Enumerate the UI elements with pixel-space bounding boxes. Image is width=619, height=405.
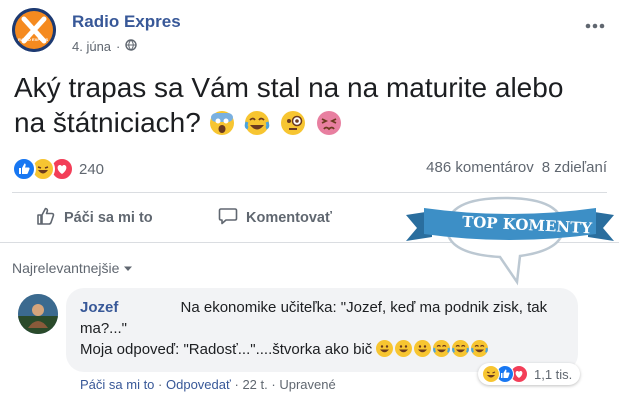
comment-text-part1: Na ekonomike učiteľka: "Jozef, keď ma po… bbox=[80, 299, 548, 337]
comment-button[interactable]: Komentovať bbox=[218, 206, 332, 230]
like-icon bbox=[12, 157, 36, 181]
post-text-line1: Aký trapas sa Vám stal na na maturite al… bbox=[14, 72, 564, 103]
grinning-emoji-icon bbox=[395, 340, 413, 357]
grinning-emoji-icon bbox=[376, 340, 394, 357]
haha-icon bbox=[482, 365, 500, 383]
comment-text: Jozef Na ekonomike učiteľka: "Jozef, keď… bbox=[80, 297, 580, 360]
caret-down-icon bbox=[123, 260, 133, 276]
comment-icon bbox=[218, 206, 238, 230]
grinning-emoji-icon bbox=[414, 340, 432, 357]
reaction-summary[interactable]: 240 bbox=[12, 157, 104, 181]
post-date[interactable]: 4. júna bbox=[72, 39, 111, 54]
separator-dot: · bbox=[116, 39, 121, 54]
comment-label: Komentovať bbox=[246, 210, 332, 226]
top-komenty-badge: TOP KOMENTY bbox=[402, 190, 618, 295]
comment-reactions[interactable]: 1,1 tis. bbox=[478, 363, 581, 385]
post-meta: 4. júna · bbox=[72, 39, 138, 54]
commenter-avatar[interactable] bbox=[18, 294, 58, 334]
sort-label: Najrelevantnejšie bbox=[12, 260, 120, 276]
monocle-emoji-icon bbox=[280, 109, 306, 135]
more-options-icon[interactable] bbox=[585, 12, 605, 35]
comment-reply-link[interactable]: Odpovedať bbox=[166, 377, 231, 392]
comment-actions: Páči sa mi to · Odpovedať · 22 t. · Upra… bbox=[80, 377, 336, 392]
comment-time[interactable]: 22 t. bbox=[242, 377, 267, 392]
like-button[interactable]: Páči sa mi to bbox=[36, 206, 153, 230]
post-text: Aký trapas sa Vám stal na na maturite al… bbox=[14, 70, 610, 140]
persevering-emoji-icon bbox=[316, 109, 342, 135]
comment-edited[interactable]: Upravené bbox=[279, 377, 335, 392]
tears-of-joy-emoji-icon bbox=[433, 340, 451, 357]
post-text-line2: na štátniciach? bbox=[14, 107, 201, 138]
comment-reaction-count: 1,1 tis. bbox=[534, 366, 573, 382]
like-label: Páči sa mi to bbox=[64, 210, 153, 226]
post-stats: 486 komentárov 8 zdieľaní bbox=[426, 159, 607, 176]
comment-like-link[interactable]: Páči sa mi to bbox=[80, 377, 154, 392]
globe-icon bbox=[125, 39, 138, 54]
page-avatar[interactable]: RADIO EXPRES bbox=[12, 8, 56, 52]
logo-text: RADIO EXPRES bbox=[18, 37, 49, 42]
page-name[interactable]: Radio Expres bbox=[72, 12, 181, 32]
tears-of-joy-emoji-icon bbox=[244, 109, 270, 135]
comment-sort-dropdown[interactable]: Najrelevantnejšie bbox=[12, 260, 133, 276]
scream-emoji-icon bbox=[209, 109, 235, 135]
shares-count-link[interactable]: 8 zdieľaní bbox=[542, 159, 607, 176]
reaction-count[interactable]: 240 bbox=[79, 161, 104, 178]
comment-author[interactable]: Jozef bbox=[80, 299, 118, 316]
tears-of-joy-emoji-icon bbox=[471, 340, 489, 357]
thumbs-up-icon bbox=[36, 206, 56, 230]
comment-text-part2: Moja odpoveď: "Radosť..."....štvorka ako… bbox=[80, 341, 373, 358]
tears-of-joy-emoji-icon bbox=[452, 340, 470, 357]
comments-count-link[interactable]: 486 komentárov bbox=[426, 159, 534, 176]
